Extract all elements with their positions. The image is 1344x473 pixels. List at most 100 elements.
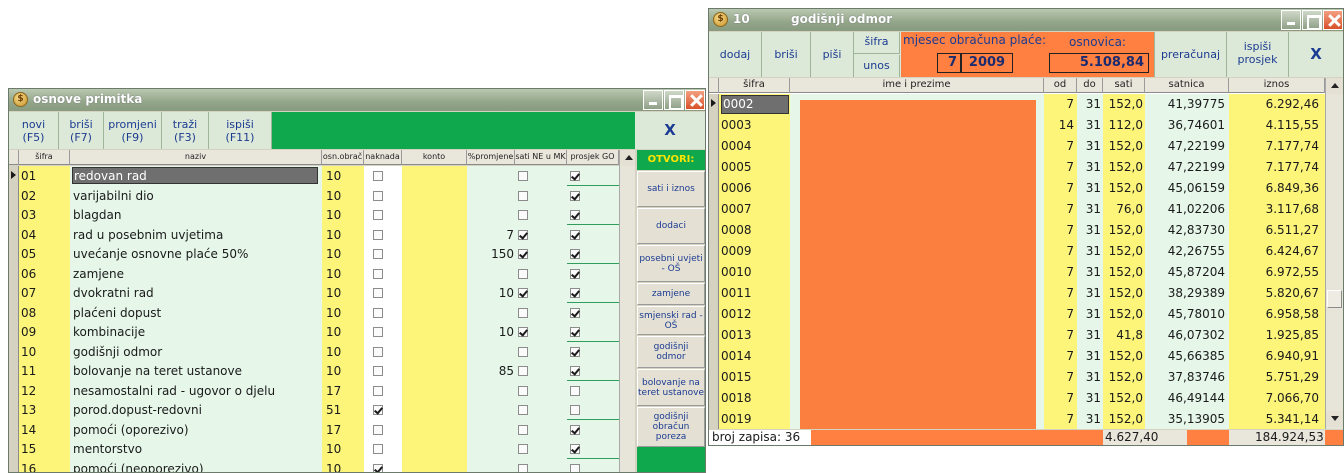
- cell-naziv[interactable]: pomoći (oporezivo): [70, 420, 322, 440]
- naknada-checkbox[interactable]: [373, 288, 383, 298]
- row-indicator[interactable]: [709, 178, 719, 199]
- cell-prosjek-go[interactable]: [567, 420, 619, 440]
- cell-sati[interactable]: 152,0: [1103, 94, 1145, 115]
- row-indicator[interactable]: [9, 322, 19, 342]
- cell-sati[interactable]: 152,0: [1103, 241, 1145, 262]
- cell-satnica[interactable]: 42,26755: [1145, 241, 1229, 262]
- cell-osn-obrac[interactable]: 51: [322, 400, 364, 420]
- cell-sati-ne-u-mk[interactable]: [515, 381, 567, 401]
- cell-satnica[interactable]: 37,83746: [1145, 367, 1229, 388]
- cell-osn-obrac[interactable]: 10: [322, 283, 364, 303]
- prosjek-checkbox[interactable]: [570, 230, 580, 240]
- cell-naknada[interactable]: [364, 420, 402, 440]
- col-ime-prezime[interactable]: ime i prezime: [790, 78, 1044, 93]
- sati-checkbox[interactable]: [518, 444, 528, 454]
- cell-od[interactable]: 7: [1044, 94, 1077, 115]
- scroll-down-arrow-icon[interactable]: [1326, 411, 1343, 427]
- promjeni-button[interactable]: promjeni (F9): [104, 112, 162, 149]
- cell-prosjek-go[interactable]: [567, 166, 619, 186]
- cell-od[interactable]: 7: [1044, 409, 1077, 429]
- cell-promjene[interactable]: [467, 342, 515, 362]
- cell-sati[interactable]: 152,0: [1103, 388, 1145, 409]
- cell-sati-ne-u-mk[interactable]: [515, 459, 567, 472]
- prosjek-checkbox[interactable]: [570, 191, 580, 201]
- sati-checkbox[interactable]: [518, 366, 528, 376]
- cell-prosjek-go[interactable]: [567, 400, 619, 420]
- cell-prosjek-go[interactable]: [567, 381, 619, 401]
- sati-checkbox[interactable]: [518, 405, 528, 415]
- naknada-checkbox[interactable]: [373, 230, 383, 240]
- row-indicator[interactable]: [9, 244, 19, 264]
- cell-od[interactable]: 7: [1044, 199, 1077, 220]
- col-naziv[interactable]: naziv: [70, 150, 322, 165]
- novi-button[interactable]: novi (F5): [9, 112, 59, 149]
- cell-sati[interactable]: 152,0: [1103, 346, 1145, 367]
- row-indicator[interactable]: [709, 241, 719, 262]
- cell-naknada[interactable]: [364, 205, 402, 225]
- sati-checkbox[interactable]: [518, 288, 528, 298]
- cell-promjene[interactable]: [467, 381, 515, 401]
- cell-iznos[interactable]: 6.958,58: [1229, 304, 1325, 325]
- cell-konto[interactable]: [402, 459, 467, 472]
- col-sifra[interactable]: šifra: [719, 78, 790, 93]
- row-indicator[interactable]: [709, 325, 719, 346]
- sati-checkbox[interactable]: [518, 327, 528, 337]
- cell-sati[interactable]: 152,0: [1103, 220, 1145, 241]
- cell-naziv[interactable]: plaćeni dopust: [70, 303, 322, 323]
- cell-konto[interactable]: [402, 420, 467, 440]
- cell-promjene[interactable]: 150: [467, 244, 515, 264]
- row-indicator[interactable]: [9, 283, 19, 303]
- cell-sati[interactable]: 152,0: [1103, 409, 1145, 429]
- cell-sati[interactable]: 152,0: [1103, 157, 1145, 178]
- cell-sifra[interactable]: 0005: [719, 157, 790, 178]
- col-od[interactable]: od: [1044, 78, 1077, 93]
- cell-sifra[interactable]: 12: [19, 381, 70, 401]
- cell-naziv[interactable]: bolovanje na teret ustanove: [70, 361, 322, 381]
- cell-satnica[interactable]: 36,74601: [1145, 115, 1229, 136]
- cell-sati[interactable]: 152,0: [1103, 367, 1145, 388]
- row-indicator[interactable]: [709, 220, 719, 241]
- cell-sifra[interactable]: 0006: [719, 178, 790, 199]
- prosjek-checkbox[interactable]: [570, 366, 580, 376]
- cell-prosjek-go[interactable]: [567, 264, 619, 284]
- cell-iznos[interactable]: 5.341,14: [1229, 409, 1325, 429]
- vertical-scrollbar[interactable]: [1325, 78, 1343, 429]
- table-row[interactable]: 12 nesamostalni rad - ugovor o djelu 17: [9, 381, 619, 401]
- cell-naziv[interactable]: pomoći (neoporezivo): [70, 459, 322, 472]
- title-bar[interactable]: $ 10 godišnji odmor: [709, 9, 1343, 31]
- cell-sati-ne-u-mk[interactable]: [515, 342, 567, 362]
- row-indicator[interactable]: [709, 199, 719, 220]
- cell-prosjek-go[interactable]: [567, 322, 619, 342]
- cell-sifra[interactable]: 09: [19, 322, 70, 342]
- cell-do[interactable]: 31: [1077, 136, 1103, 157]
- cell-satnica[interactable]: 45,06159: [1145, 178, 1229, 199]
- cell-sati[interactable]: 152,0: [1103, 304, 1145, 325]
- row-indicator[interactable]: [9, 439, 19, 459]
- cell-iznos[interactable]: 5.751,29: [1229, 367, 1325, 388]
- prosjek-checkbox[interactable]: [570, 405, 580, 415]
- prosjek-checkbox[interactable]: [570, 425, 580, 435]
- table-row[interactable]: 11 bolovanje na teret ustanove 10 85: [9, 361, 619, 381]
- cell-sifra[interactable]: 08: [19, 303, 70, 323]
- table-row[interactable]: 08 plaćeni dopust 10: [9, 303, 619, 323]
- cell-sati-ne-u-mk[interactable]: [515, 303, 567, 323]
- row-indicator[interactable]: [709, 262, 719, 283]
- cell-naziv[interactable]: kombinacije: [70, 322, 322, 342]
- cell-iznos[interactable]: 6.511,27: [1229, 220, 1325, 241]
- brisi-button[interactable]: briši (F7): [59, 112, 104, 149]
- cell-osn-obrac[interactable]: 17: [322, 420, 364, 440]
- cell-osn-obrac[interactable]: 10: [322, 459, 364, 472]
- scroll-up-arrow-icon[interactable]: [1326, 78, 1343, 94]
- cell-sifra[interactable]: 0010: [719, 262, 790, 283]
- cell-naziv[interactable]: dvokratni rad: [70, 283, 322, 303]
- cell-naziv[interactable]: blagdan: [70, 205, 322, 225]
- cell-sifra[interactable]: 0007: [719, 199, 790, 220]
- cell-naknada[interactable]: [364, 244, 402, 264]
- row-indicator[interactable]: [9, 225, 19, 245]
- prosjek-checkbox[interactable]: [570, 386, 580, 396]
- cell-promjene[interactable]: [467, 420, 515, 440]
- cell-prosjek-go[interactable]: [567, 342, 619, 362]
- close-window-button[interactable]: [685, 90, 705, 110]
- prosjek-checkbox[interactable]: [570, 171, 580, 181]
- cell-iznos[interactable]: 6.972,55: [1229, 262, 1325, 283]
